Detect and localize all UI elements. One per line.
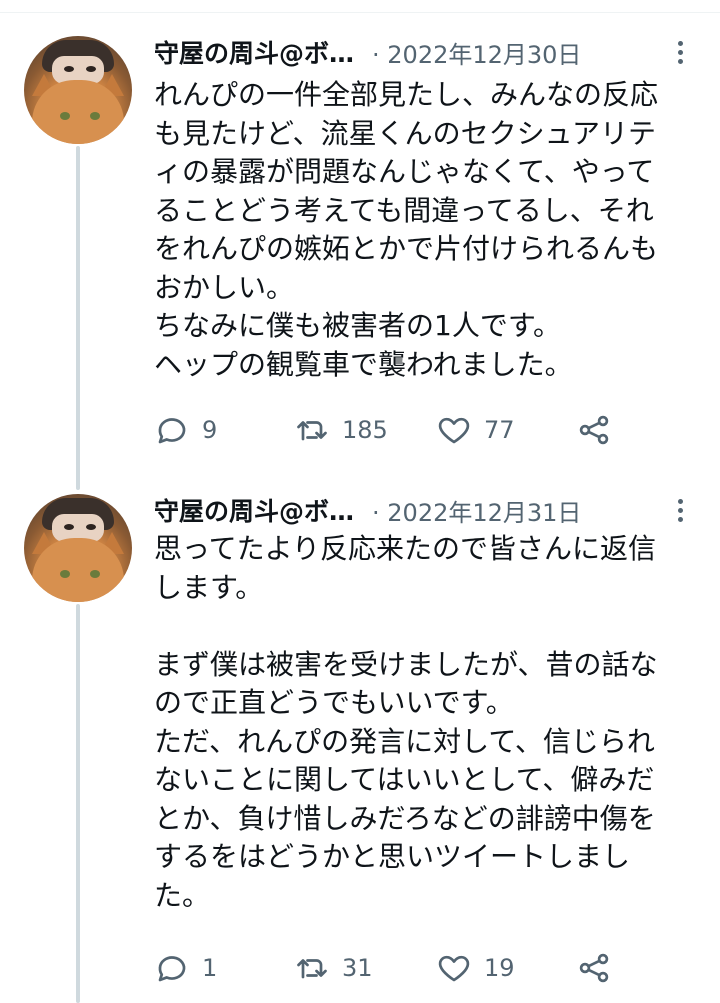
thread-connector [76, 146, 80, 490]
like-count: 19 [484, 954, 515, 982]
tweet-text-line: た。 [154, 878, 211, 912]
tweet-text-line: ないことに関してはいいとして、僻みだ [154, 763, 655, 796]
thread-connector [76, 604, 80, 1003]
tweet-text-line: します。 [154, 570, 264, 604]
tweet-header: 守屋の周斗@ボ… · 2022年12月30日 [154, 32, 581, 72]
tweet-text-line: おかしい。 [154, 270, 295, 304]
reply-count: 9 [202, 416, 218, 444]
author-name[interactable]: 守屋の周斗@ボ… [154, 492, 354, 528]
reply-button[interactable]: 1 [154, 948, 217, 988]
like-button[interactable]: 19 [436, 948, 515, 988]
retweet-button[interactable]: 185 [294, 410, 388, 450]
tweet-text-line: とか、負け惜しみだろなどの誹謗中傷を [154, 801, 656, 835]
retweet-icon [297, 421, 327, 441]
tweet-text-line: ちなみに僕も被害者の1人です。 [154, 309, 562, 342]
tweet-text-line: も見たけど、流星くんのセクシュアリテ [154, 116, 657, 150]
like-button[interactable]: 77 [436, 410, 515, 450]
tweet-text-line [154, 607, 702, 646]
reply-count: 1 [202, 954, 218, 982]
tweet-text-line: ヘップの観覧車で襲われました。 [154, 347, 573, 381]
top-divider [0, 0, 720, 13]
retweet-count: 31 [342, 954, 373, 982]
action-bar: 1 31 19 [154, 948, 634, 988]
tweet-text-line: まず僕は被害を受けましたが、昔の話な [154, 647, 658, 681]
tweet-date[interactable]: · 2022年12月30日 [372, 35, 581, 70]
tweet-header: 守屋の周斗@ボ… · 2022年12月31日 [154, 490, 581, 530]
share-icon [579, 415, 609, 445]
like-icon [438, 955, 470, 982]
share-button[interactable] [576, 948, 612, 988]
tweet-text: 思ってたより反応来たので皆さんに返信 します。 まず僕は被害を受けましたが、昔の… [154, 530, 702, 915]
author-name[interactable]: 守屋の周斗@ボ… [154, 34, 354, 70]
share-icon [579, 953, 609, 983]
avatar[interactable] [24, 36, 132, 144]
retweet-count: 185 [342, 416, 388, 444]
tweet-text-line: ただ、れんぴの発言に対して、信じられ [154, 724, 655, 758]
more-icon[interactable] [662, 492, 698, 528]
reply-button[interactable]: 9 [154, 410, 217, 450]
tweet-text-line: ィの暴露が問題なんじゃなくて、やって [154, 155, 655, 188]
action-bar: 9 185 77 [154, 410, 634, 450]
retweet-button[interactable]: 31 [294, 948, 373, 988]
reply-icon [158, 956, 186, 982]
tweet-date[interactable]: · 2022年12月31日 [372, 493, 581, 528]
tweet-text: れんぴの一件全部見たし、みんなの反応 も見たけど、流星くんのセクシュアリテ ィの… [154, 76, 702, 384]
like-icon [438, 417, 470, 444]
tweet-text-line: ることどう考えても間違ってるし、それ [154, 193, 654, 227]
tweet-text-line: ので正直どうでもいいです。 [154, 686, 514, 719]
share-button[interactable] [576, 410, 612, 450]
like-count: 77 [484, 416, 515, 444]
tweet-text-line: するをはどうかと思いツイートしまし [154, 840, 631, 873]
tweet-text-line: 思ってたより反応来たので皆さんに返信 [154, 532, 657, 565]
avatar[interactable] [24, 494, 132, 602]
retweet-icon [297, 959, 327, 979]
tweet-text-line: をれんぴの嫉妬とかで片付けられるんも [154, 232, 659, 265]
more-icon[interactable] [662, 34, 698, 70]
reply-icon [158, 418, 186, 444]
tweet-text-line: れんぴの一件全部見たし、みんなの反応 [154, 78, 659, 111]
